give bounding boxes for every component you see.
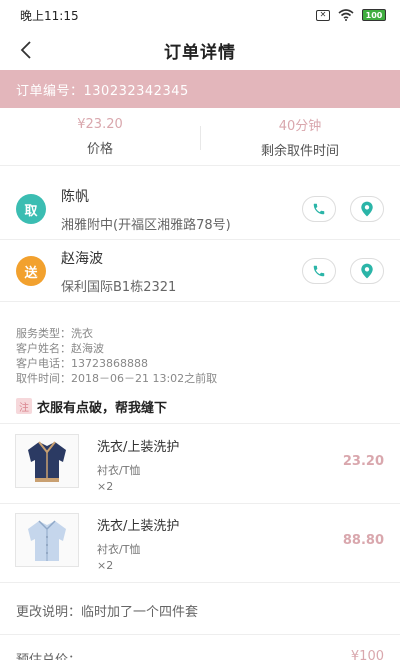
status-icons: ✕ 100 <box>316 9 386 21</box>
pickup-name: 陈帆 <box>61 189 89 205</box>
pickup-info: 陈帆 湘雅附中(开福区湘雅路78号) <box>61 186 231 233</box>
price-value: ¥23.20 <box>77 116 123 132</box>
remaining-time-value: 40分钟 <box>278 118 322 134</box>
item-quantity: ×2 <box>97 559 114 572</box>
item-quantity: ×2 <box>97 480 114 493</box>
list-item[interactable]: 洗衣/上装洗护 衬衣/T恤 ×2 88.80 <box>0 505 400 583</box>
pickup-contact: 取 陈帆 湘雅附中(开福区湘雅路78号) <box>0 178 400 240</box>
order-number-banner: 订单编号：130232342345 <box>0 70 400 108</box>
change-note: 更改说明：临时加了一个四件套 <box>16 605 199 620</box>
divider <box>0 423 400 424</box>
shirt-icon <box>28 520 66 561</box>
item-thumbnail <box>15 513 79 567</box>
item-thumbnail <box>15 434 79 488</box>
list-item[interactable]: 洗衣/上装洗护 衬衣/T恤 ×2 23.20 <box>0 426 400 504</box>
status-time: 晚上11:15 <box>20 8 79 23</box>
item-price: 88.80 <box>342 533 384 548</box>
customer-name: 客户姓名：赵海波 <box>16 342 104 355</box>
dark-jacket-icon <box>28 441 66 482</box>
delivery-call-button[interactable] <box>302 258 336 284</box>
nav-bar: 订单详情 <box>0 30 400 70</box>
delivery-address: 保利国际B1栋2321 <box>61 280 177 295</box>
delivery-badge: 送 <box>16 256 46 286</box>
time-summary: 40分钟 剩余取件时间 <box>200 108 400 165</box>
phone-icon <box>313 265 325 277</box>
remaining-time-label: 剩余取件时间 <box>260 143 339 159</box>
customer-phone: 客户电话：13723868888 <box>16 357 148 370</box>
pickup-badge: 取 <box>16 194 46 224</box>
status-bar: 晚上11:15 ✕ 100 <box>0 0 400 30</box>
delivery-name: 赵海波 <box>61 251 103 267</box>
service-info: 服务类型：洗衣 客户姓名：赵海波 客户电话：13723868888 取件时间：2… <box>16 326 386 386</box>
price-summary: ¥23.20 价格 <box>0 108 200 165</box>
page-title: 订单详情 <box>164 42 236 63</box>
pickup-call-button[interactable] <box>302 196 336 222</box>
battery-icon: 100 <box>362 9 386 21</box>
delivery-info: 赵海波 保利国际B1栋2321 <box>61 248 176 295</box>
price-label: 价格 <box>86 141 113 157</box>
total-row: 预估总价： ¥100 <box>0 634 400 660</box>
item-name: 洗衣/上装洗护 <box>97 440 180 455</box>
delivery-contact: 送 赵海波 保利国际B1栋2321 <box>0 240 400 302</box>
total-label: 预估总价： <box>16 649 81 660</box>
back-button[interactable] <box>14 38 38 62</box>
item-category: 衬衣/T恤 <box>97 543 141 556</box>
phone-icon <box>313 203 325 215</box>
item-price: 23.20 <box>342 454 384 469</box>
wifi-icon <box>338 9 354 21</box>
delivery-location-button[interactable] <box>350 258 384 284</box>
note-badge: 注 <box>16 398 32 414</box>
order-number: 订单编号：130232342345 <box>16 83 189 99</box>
item-name: 洗衣/上装洗护 <box>97 519 180 534</box>
order-summary: ¥23.20 价格 40分钟 剩余取件时间 <box>0 108 400 166</box>
pickup-address: 湘雅附中(开福区湘雅路78号) <box>61 218 231 233</box>
order-note: 注 衣服有点破，帮我缝下 <box>16 397 386 416</box>
location-pin-icon <box>361 201 373 217</box>
total-value: ¥100 <box>350 649 384 660</box>
note-text: 衣服有点破，帮我缝下 <box>37 400 168 416</box>
notification-icon: ✕ <box>316 9 330 21</box>
service-type: 服务类型：洗衣 <box>16 327 93 340</box>
item-category: 衬衣/T恤 <box>97 464 141 477</box>
pickup-location-button[interactable] <box>350 196 384 222</box>
chevron-left-icon <box>20 41 31 59</box>
pickup-time: 取件时间：2018－06－21 13:02之前取 <box>16 372 218 385</box>
location-pin-icon <box>361 263 373 279</box>
